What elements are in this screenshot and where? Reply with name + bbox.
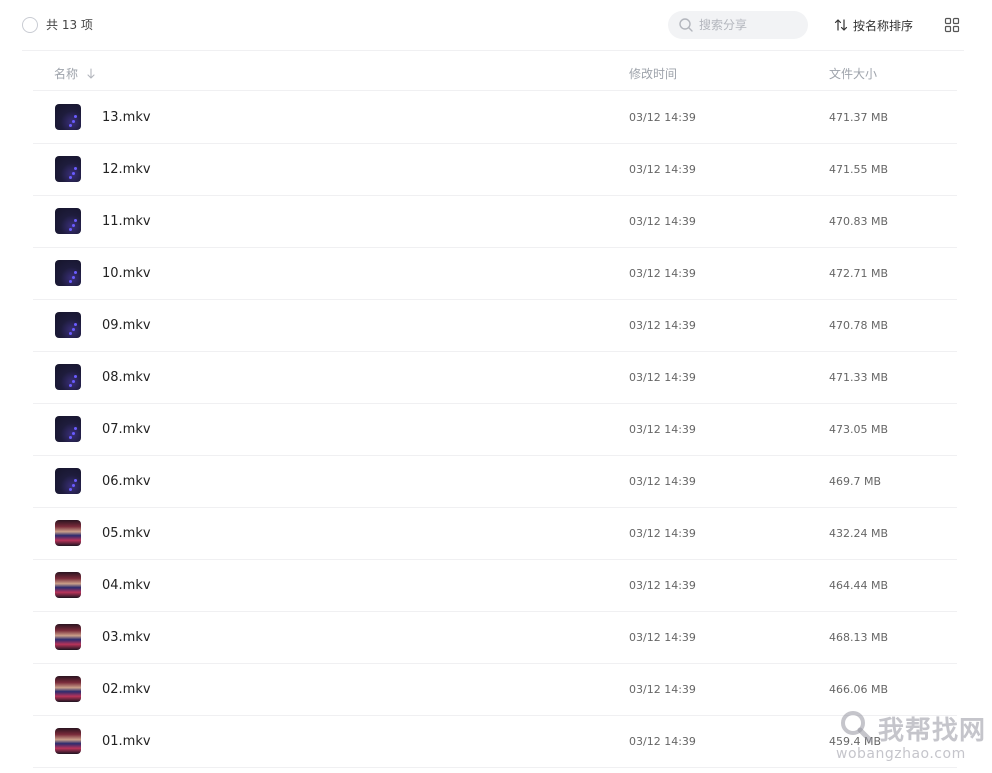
video-thumbnail (55, 520, 81, 546)
toolbar: 共 13 项 按名称排序 (0, 0, 992, 50)
file-modified-time: 03/12 14:39 (629, 163, 696, 176)
file-modified-time: 03/12 14:39 (629, 319, 696, 332)
file-modified-time: 03/12 14:39 (629, 475, 696, 488)
file-row[interactable]: 07.mkv 03/12 14:39 473.05 MB (33, 404, 957, 456)
file-row[interactable]: 08.mkv 03/12 14:39 471.33 MB (33, 352, 957, 404)
file-size: 470.83 MB (829, 215, 889, 228)
file-size: 472.71 MB (829, 267, 889, 280)
file-name[interactable]: 02.mkv (102, 681, 151, 699)
file-modified-time: 03/12 14:39 (629, 579, 696, 592)
sort-arrows-icon (834, 19, 848, 31)
video-thumbnail (55, 208, 81, 234)
file-modified-time: 03/12 14:39 (629, 423, 696, 436)
file-row[interactable]: 01.mkv 03/12 14:39 459.4 MB (33, 716, 957, 768)
video-thumbnail (55, 624, 81, 650)
file-row[interactable]: 12.mkv 03/12 14:39 471.55 MB (33, 144, 957, 196)
file-modified-time: 03/12 14:39 (629, 215, 696, 228)
file-modified-time: 03/12 14:39 (629, 683, 696, 696)
file-name[interactable]: 10.mkv (102, 265, 151, 283)
file-modified-time: 03/12 14:39 (629, 267, 696, 280)
video-thumbnail (55, 260, 81, 286)
column-header-modified[interactable]: 修改时间 (629, 65, 677, 82)
file-row[interactable]: 13.mkv 03/12 14:39 471.37 MB (33, 92, 957, 144)
file-size: 469.7 MB (829, 475, 882, 488)
file-name[interactable]: 06.mkv (102, 473, 151, 491)
file-size: 468.13 MB (829, 631, 889, 644)
file-name[interactable]: 04.mkv (102, 577, 151, 595)
file-modified-time: 03/12 14:39 (629, 371, 696, 384)
file-modified-time: 03/12 14:39 (629, 527, 696, 540)
select-all-checkbox[interactable] (22, 17, 38, 33)
file-row[interactable]: 06.mkv 03/12 14:39 469.7 MB (33, 456, 957, 508)
file-size: 432.24 MB (829, 527, 889, 540)
grid-view-icon[interactable] (944, 17, 960, 33)
file-name[interactable]: 07.mkv (102, 421, 151, 439)
file-name[interactable]: 11.mkv (102, 213, 151, 231)
video-thumbnail (55, 312, 81, 338)
file-row[interactable]: 09.mkv 03/12 14:39 470.78 MB (33, 300, 957, 352)
video-thumbnail (55, 572, 81, 598)
file-name[interactable]: 13.mkv (102, 109, 151, 127)
video-thumbnail (55, 364, 81, 390)
table-header: 名称 修改时间 文件大小 (33, 54, 957, 91)
search-icon (679, 18, 693, 32)
file-row[interactable]: 10.mkv 03/12 14:39 472.71 MB (33, 248, 957, 300)
search-input[interactable] (699, 11, 803, 39)
file-name[interactable]: 12.mkv (102, 161, 151, 179)
file-size: 471.37 MB (829, 111, 889, 124)
arrow-down-icon (87, 67, 95, 79)
video-thumbnail (55, 416, 81, 442)
file-row[interactable]: 02.mkv 03/12 14:39 466.06 MB (33, 664, 957, 716)
video-thumbnail (55, 468, 81, 494)
file-name[interactable]: 01.mkv (102, 733, 151, 751)
column-name-label: 名称 (54, 67, 79, 81)
watermark-url: wobangzhao.com (836, 746, 966, 762)
sort-label: 按名称排序 (853, 18, 914, 33)
sort-button[interactable]: 按名称排序 (833, 16, 913, 34)
file-size: 473.05 MB (829, 423, 889, 436)
column-header-name[interactable]: 名称 (54, 65, 96, 82)
file-name[interactable]: 03.mkv (102, 629, 151, 647)
file-size: 464.44 MB (829, 579, 889, 592)
magnifier-logo-icon (841, 711, 873, 743)
file-modified-time: 03/12 14:39 (629, 111, 696, 124)
video-thumbnail (55, 728, 81, 754)
file-size: 466.06 MB (829, 683, 889, 696)
file-row[interactable]: 05.mkv 03/12 14:39 432.24 MB (33, 508, 957, 560)
file-name[interactable]: 05.mkv (102, 525, 151, 543)
column-header-size[interactable]: 文件大小 (829, 65, 877, 82)
file-size: 471.55 MB (829, 163, 889, 176)
search-box[interactable] (668, 11, 808, 39)
file-row[interactable]: 11.mkv 03/12 14:39 470.83 MB (33, 196, 957, 248)
file-name[interactable]: 09.mkv (102, 317, 151, 335)
video-thumbnail (55, 156, 81, 182)
toolbar-divider (22, 50, 964, 51)
video-thumbnail (55, 104, 81, 130)
file-row[interactable]: 04.mkv 03/12 14:39 464.44 MB (33, 560, 957, 612)
video-thumbnail (55, 676, 81, 702)
file-list: 13.mkv 03/12 14:39 471.37 MB 12.mkv 03/12 14… (33, 92, 957, 768)
file-modified-time: 03/12 14:39 (629, 631, 696, 644)
file-row[interactable]: 03.mkv 03/12 14:39 468.13 MB (33, 612, 957, 664)
watermark: 我帮找网 wobangzhao.com (834, 704, 990, 770)
file-modified-time: 03/12 14:39 (629, 735, 696, 748)
file-size: 470.78 MB (829, 319, 889, 332)
file-name[interactable]: 08.mkv (102, 369, 151, 387)
watermark-text: 我帮找网 (878, 716, 987, 746)
file-size: 471.33 MB (829, 371, 889, 384)
item-count: 共 13 项 (46, 18, 93, 32)
